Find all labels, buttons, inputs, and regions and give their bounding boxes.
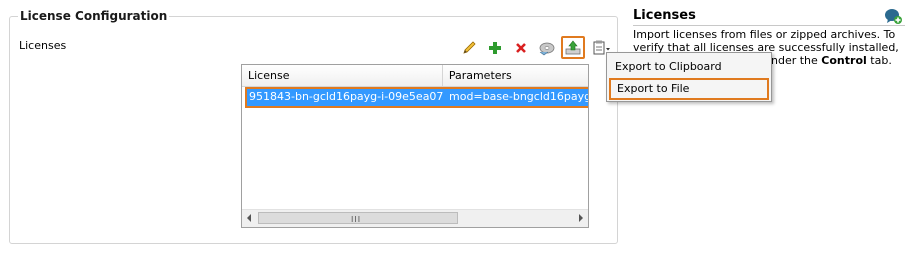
section-title: License Configuration (18, 9, 170, 23)
help-line-2: verify that all licenses are successfull… (633, 41, 899, 54)
menu-item-export-file[interactable]: Export to File (609, 78, 769, 100)
help-title: Licenses (633, 8, 696, 23)
column-header-license[interactable]: License (242, 65, 443, 86)
selected-row-highlight (245, 87, 588, 108)
scroll-left-icon[interactable] (247, 214, 251, 222)
help-divider (633, 25, 905, 26)
help-line-3: nder the Control tab. (633, 54, 903, 67)
help-control-link: Control (821, 54, 867, 67)
licenses-label: Licenses (19, 39, 67, 52)
licenses-table[interactable]: License Parameters 951843-bn-gcld16payg-… (241, 64, 589, 228)
add-plus-icon[interactable] (485, 38, 505, 58)
edit-pencil-icon[interactable] (459, 38, 479, 58)
delete-x-icon[interactable] (511, 38, 531, 58)
scroll-right-icon[interactable] (579, 214, 583, 222)
help-line-1: Import licenses from files or zipped arc… (633, 28, 896, 41)
scroll-grip: III (351, 215, 362, 224)
export-button-highlight (561, 36, 585, 59)
help-chat-icon[interactable] (884, 7, 902, 25)
help-line-3-prefix: nder the (771, 54, 822, 67)
column-header-parameters[interactable]: Parameters (443, 65, 588, 86)
help-line-3-suffix: tab. (866, 54, 892, 67)
scroll-thumb[interactable]: III (258, 212, 458, 224)
table-header: License Parameters (242, 65, 588, 87)
import-disc-icon[interactable] (537, 38, 557, 58)
horizontal-scrollbar[interactable]: III (242, 209, 588, 227)
help-description: Import licenses from files or zipped arc… (633, 28, 903, 67)
